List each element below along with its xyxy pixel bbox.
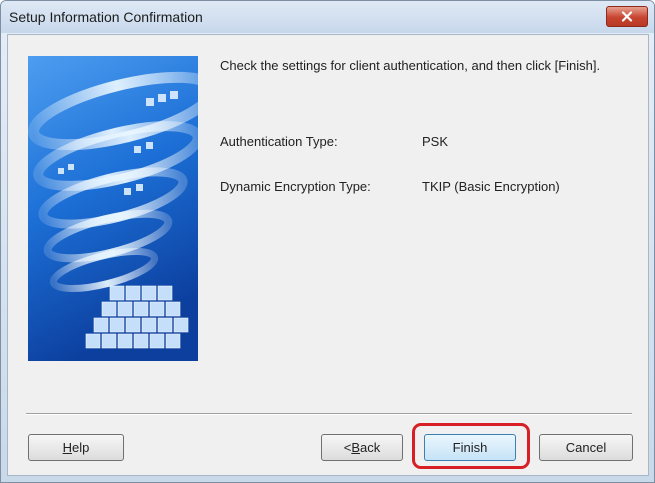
close-icon <box>621 11 633 22</box>
dynamic-encryption-type-value: TKIP (Basic Encryption) <box>422 179 560 194</box>
dynamic-encryption-type-label: Dynamic Encryption Type: <box>220 179 371 194</box>
finish-highlight-marker <box>412 423 530 469</box>
help-mnemonic: H <box>62 440 73 455</box>
instruction-text: Check the settings for client authentica… <box>220 58 601 73</box>
window-title: Setup Information Confirmation <box>9 9 203 25</box>
setup-dialog-window: Setup Information Confirmation Check the… <box>0 0 655 483</box>
dialog-body: Check the settings for client authentica… <box>7 34 649 476</box>
authentication-type-label: Authentication Type: <box>220 134 338 149</box>
button-separator <box>26 413 632 415</box>
back-mnemonic: B <box>351 440 361 455</box>
help-button[interactable]: Help <box>28 434 124 461</box>
cancel-button[interactable]: Cancel <box>539 434 633 461</box>
setup-banner-image <box>28 56 198 361</box>
back-button[interactable]: <Back <box>321 434 403 461</box>
title-bar[interactable]: Setup Information Confirmation <box>1 1 654 33</box>
close-button[interactable] <box>606 6 648 27</box>
back-label-rest: ack <box>360 440 381 455</box>
help-label-rest: elp <box>72 440 90 455</box>
authentication-type-value: PSK <box>422 134 449 149</box>
